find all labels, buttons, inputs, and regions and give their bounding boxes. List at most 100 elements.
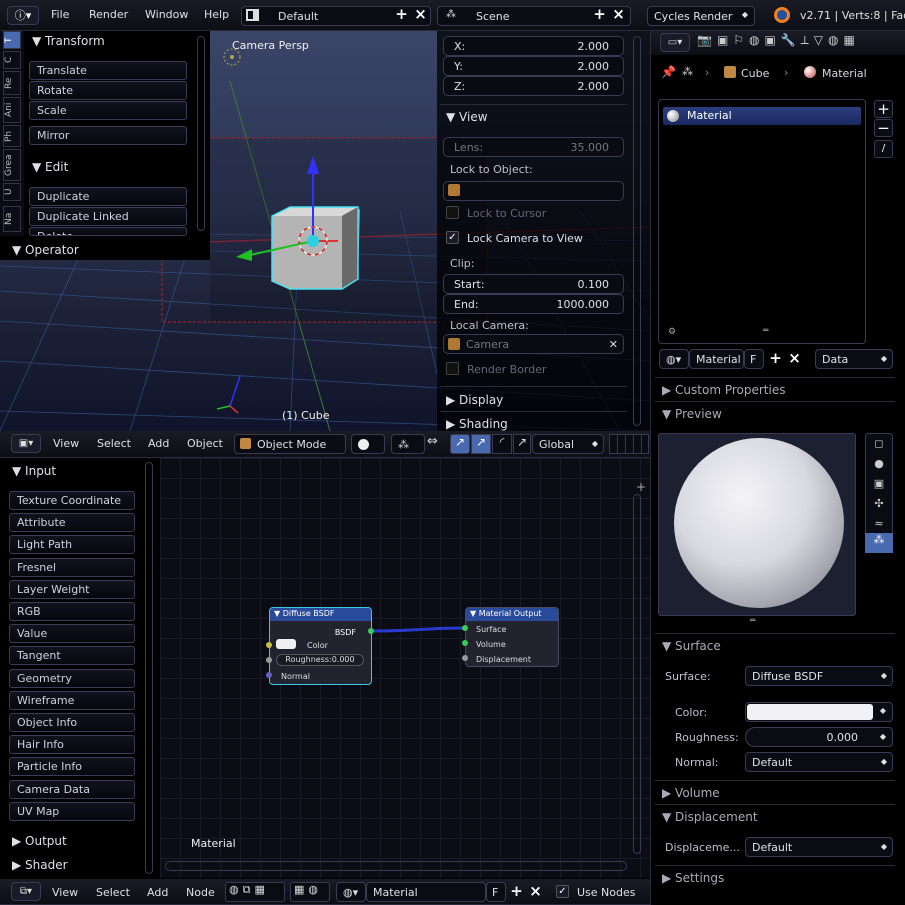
operator-header[interactable]: ▼ Operator (12, 243, 79, 257)
surface-input-socket[interactable] (462, 625, 468, 631)
material-slot-item[interactable]: Material (663, 107, 861, 125)
slot-specials-button[interactable]: / (874, 140, 893, 158)
surface-header[interactable]: ▼ Surface (662, 639, 721, 653)
tab-physics[interactable]: Ph (3, 125, 21, 147)
tab-relations[interactable]: Re (3, 71, 21, 95)
list-resize-handle[interactable]: ═ (763, 326, 768, 336)
color-swatch-field[interactable]: ◆ (745, 702, 893, 722)
custom-properties-header[interactable]: ▶ Custom Properties (662, 383, 785, 397)
tab-na[interactable]: Na (3, 206, 21, 232)
diffuse-bsdf-node[interactable]: ▼ Diffuse BSDF BSDF Color Roughness:0.00… (269, 607, 372, 685)
fake-user-button[interactable]: F (744, 349, 764, 369)
tab-grease-pencil[interactable]: Grea (3, 149, 21, 181)
toolshelf-scrollbar[interactable] (197, 36, 205, 231)
lens-field[interactable]: Lens: 35.000 (443, 137, 624, 157)
info-editor-icon[interactable]: ⓘ▾ (7, 6, 39, 25)
roughness-input-socket[interactable] (266, 657, 272, 663)
rotate-button[interactable]: Rotate (29, 81, 187, 100)
local-camera-field[interactable]: Camera ✕ (443, 334, 624, 354)
mode-select[interactable]: Object Mode (234, 434, 346, 454)
orientation-select[interactable]: Global ◆ (532, 434, 604, 454)
lock-cursor-checkbox[interactable] (446, 206, 459, 219)
settings-header[interactable]: ▶ Settings (662, 871, 724, 885)
rotate-manipulator-icon[interactable]: ↗ (471, 434, 491, 454)
layout-add-button[interactable]: + (393, 6, 410, 23)
layers-grid[interactable] (609, 434, 649, 454)
preview-header[interactable]: ▼ Preview (662, 407, 722, 421)
display-header[interactable]: ▶ Display (446, 393, 503, 407)
scale-button[interactable]: Scale (29, 101, 187, 120)
displacement-header[interactable]: ▼ Displacement (662, 810, 758, 824)
menu-select[interactable]: Select (97, 437, 131, 450)
material-type-toggle[interactable]: ▦◍ (290, 882, 330, 902)
list-filter-icon[interactable]: ⚙ (668, 327, 676, 337)
displacement-select[interactable]: Default ◆ (745, 837, 893, 857)
displacement-input-socket[interactable] (462, 655, 468, 661)
render-border-checkbox[interactable] (446, 362, 459, 375)
scene-remove-button[interactable]: × (610, 6, 627, 23)
new-material-button[interactable]: + (767, 350, 784, 367)
view-header[interactable]: ▼ View (446, 110, 488, 124)
menu-object[interactable]: Object (187, 437, 223, 450)
tab-user[interactable]: U (3, 183, 21, 201)
menu-view[interactable]: View (53, 437, 79, 450)
material-datablock-field[interactable]: Material (689, 349, 744, 369)
layout-remove-button[interactable]: × (412, 6, 429, 23)
edit-header[interactable]: ▼ Edit (32, 160, 68, 174)
roughness-slider[interactable]: 0.000 ◆ (745, 727, 893, 747)
normal-select[interactable]: Default ◆ (745, 752, 893, 772)
node-hscrollbar[interactable] (165, 861, 627, 871)
tab-tools[interactable]: T (3, 31, 21, 49)
translate-manipulator-icon[interactable]: ↗ (450, 434, 470, 454)
transform-orientation-icon[interactable]: ↗ (513, 434, 531, 454)
shading-header[interactable]: ▶ Shading (446, 417, 508, 431)
color-input-socket[interactable] (266, 642, 272, 648)
material-slot-list[interactable]: Material ⚙ ═ (658, 99, 866, 344)
context-tabs[interactable]: 📷▣⚐◍▣🔧⟂▽◍▦ (697, 33, 905, 53)
new-material-button[interactable]: + (508, 883, 525, 900)
npanel-scrollbar[interactable] (633, 36, 641, 426)
remove-slot-button[interactable]: − (874, 119, 893, 137)
surface-shader-select[interactable]: Diffuse BSDF ◆ (745, 666, 893, 686)
mirror-button[interactable]: Mirror (29, 126, 187, 145)
node-vscrollbar[interactable] (633, 494, 641, 854)
link-select[interactable]: Data ◆ (815, 349, 893, 369)
menu-file[interactable]: File (51, 8, 69, 21)
preview-resize-handle[interactable]: ═ (750, 616, 755, 626)
fake-user-button[interactable]: F (486, 882, 506, 902)
dim-z-field[interactable]: Z: 2.000 (443, 76, 624, 96)
menu-add[interactable]: Add (148, 437, 169, 450)
scale-manipulator-icon[interactable]: ◜ (492, 434, 512, 454)
pin-icon[interactable]: 📌 (661, 65, 676, 79)
editor-type-icon[interactable]: ⧉▾ (11, 882, 41, 901)
material-name-field[interactable]: Material (366, 882, 486, 902)
translate-button[interactable]: Translate (29, 61, 187, 80)
tab-create[interactable]: C (3, 51, 21, 69)
scene-add-button[interactable]: + (591, 6, 608, 23)
lock-camera-checkbox[interactable]: ✓ (446, 231, 459, 244)
use-nodes-checkbox[interactable]: ✓ (556, 885, 569, 898)
roughness-field[interactable]: Roughness:0.000 (276, 654, 364, 666)
node-header[interactable]: ▼ Material Output (466, 608, 558, 621)
shader-type-toggle[interactable]: ◍⧉▦ (225, 882, 285, 902)
render-engine-select[interactable]: Cycles Render ◆ (647, 6, 755, 26)
editor-type-icon[interactable]: ▣▾ (11, 434, 41, 453)
menu-node[interactable]: Node (186, 886, 215, 899)
unlink-material-button[interactable]: × (527, 883, 544, 900)
preview-sphere-button[interactable]: ⁂ (865, 533, 893, 553)
menu-add[interactable]: Add (147, 886, 168, 899)
node-header[interactable]: ▼ Diffuse BSDF (270, 608, 371, 621)
sidebar-toggle-icon[interactable]: + (636, 480, 646, 494)
lock-object-field[interactable] (443, 181, 624, 201)
material-browse[interactable]: ◍▾ (659, 349, 689, 369)
volume-input-socket[interactable] (462, 640, 468, 646)
duplicate-linked-button[interactable]: Duplicate Linked (29, 207, 187, 226)
duplicate-button[interactable]: Duplicate (29, 187, 187, 206)
menu-select[interactable]: Select (96, 886, 130, 899)
material-browse[interactable]: ◍▾ (336, 882, 366, 902)
clip-end-field[interactable]: End: 1000.000 (443, 294, 624, 314)
dim-x-field[interactable]: X: 2.000 (443, 36, 624, 56)
clip-start-field[interactable]: Start: 0.100 (443, 274, 624, 294)
tab-animation[interactable]: Ani (3, 97, 21, 123)
dim-y-field[interactable]: Y: 2.000 (443, 56, 624, 76)
